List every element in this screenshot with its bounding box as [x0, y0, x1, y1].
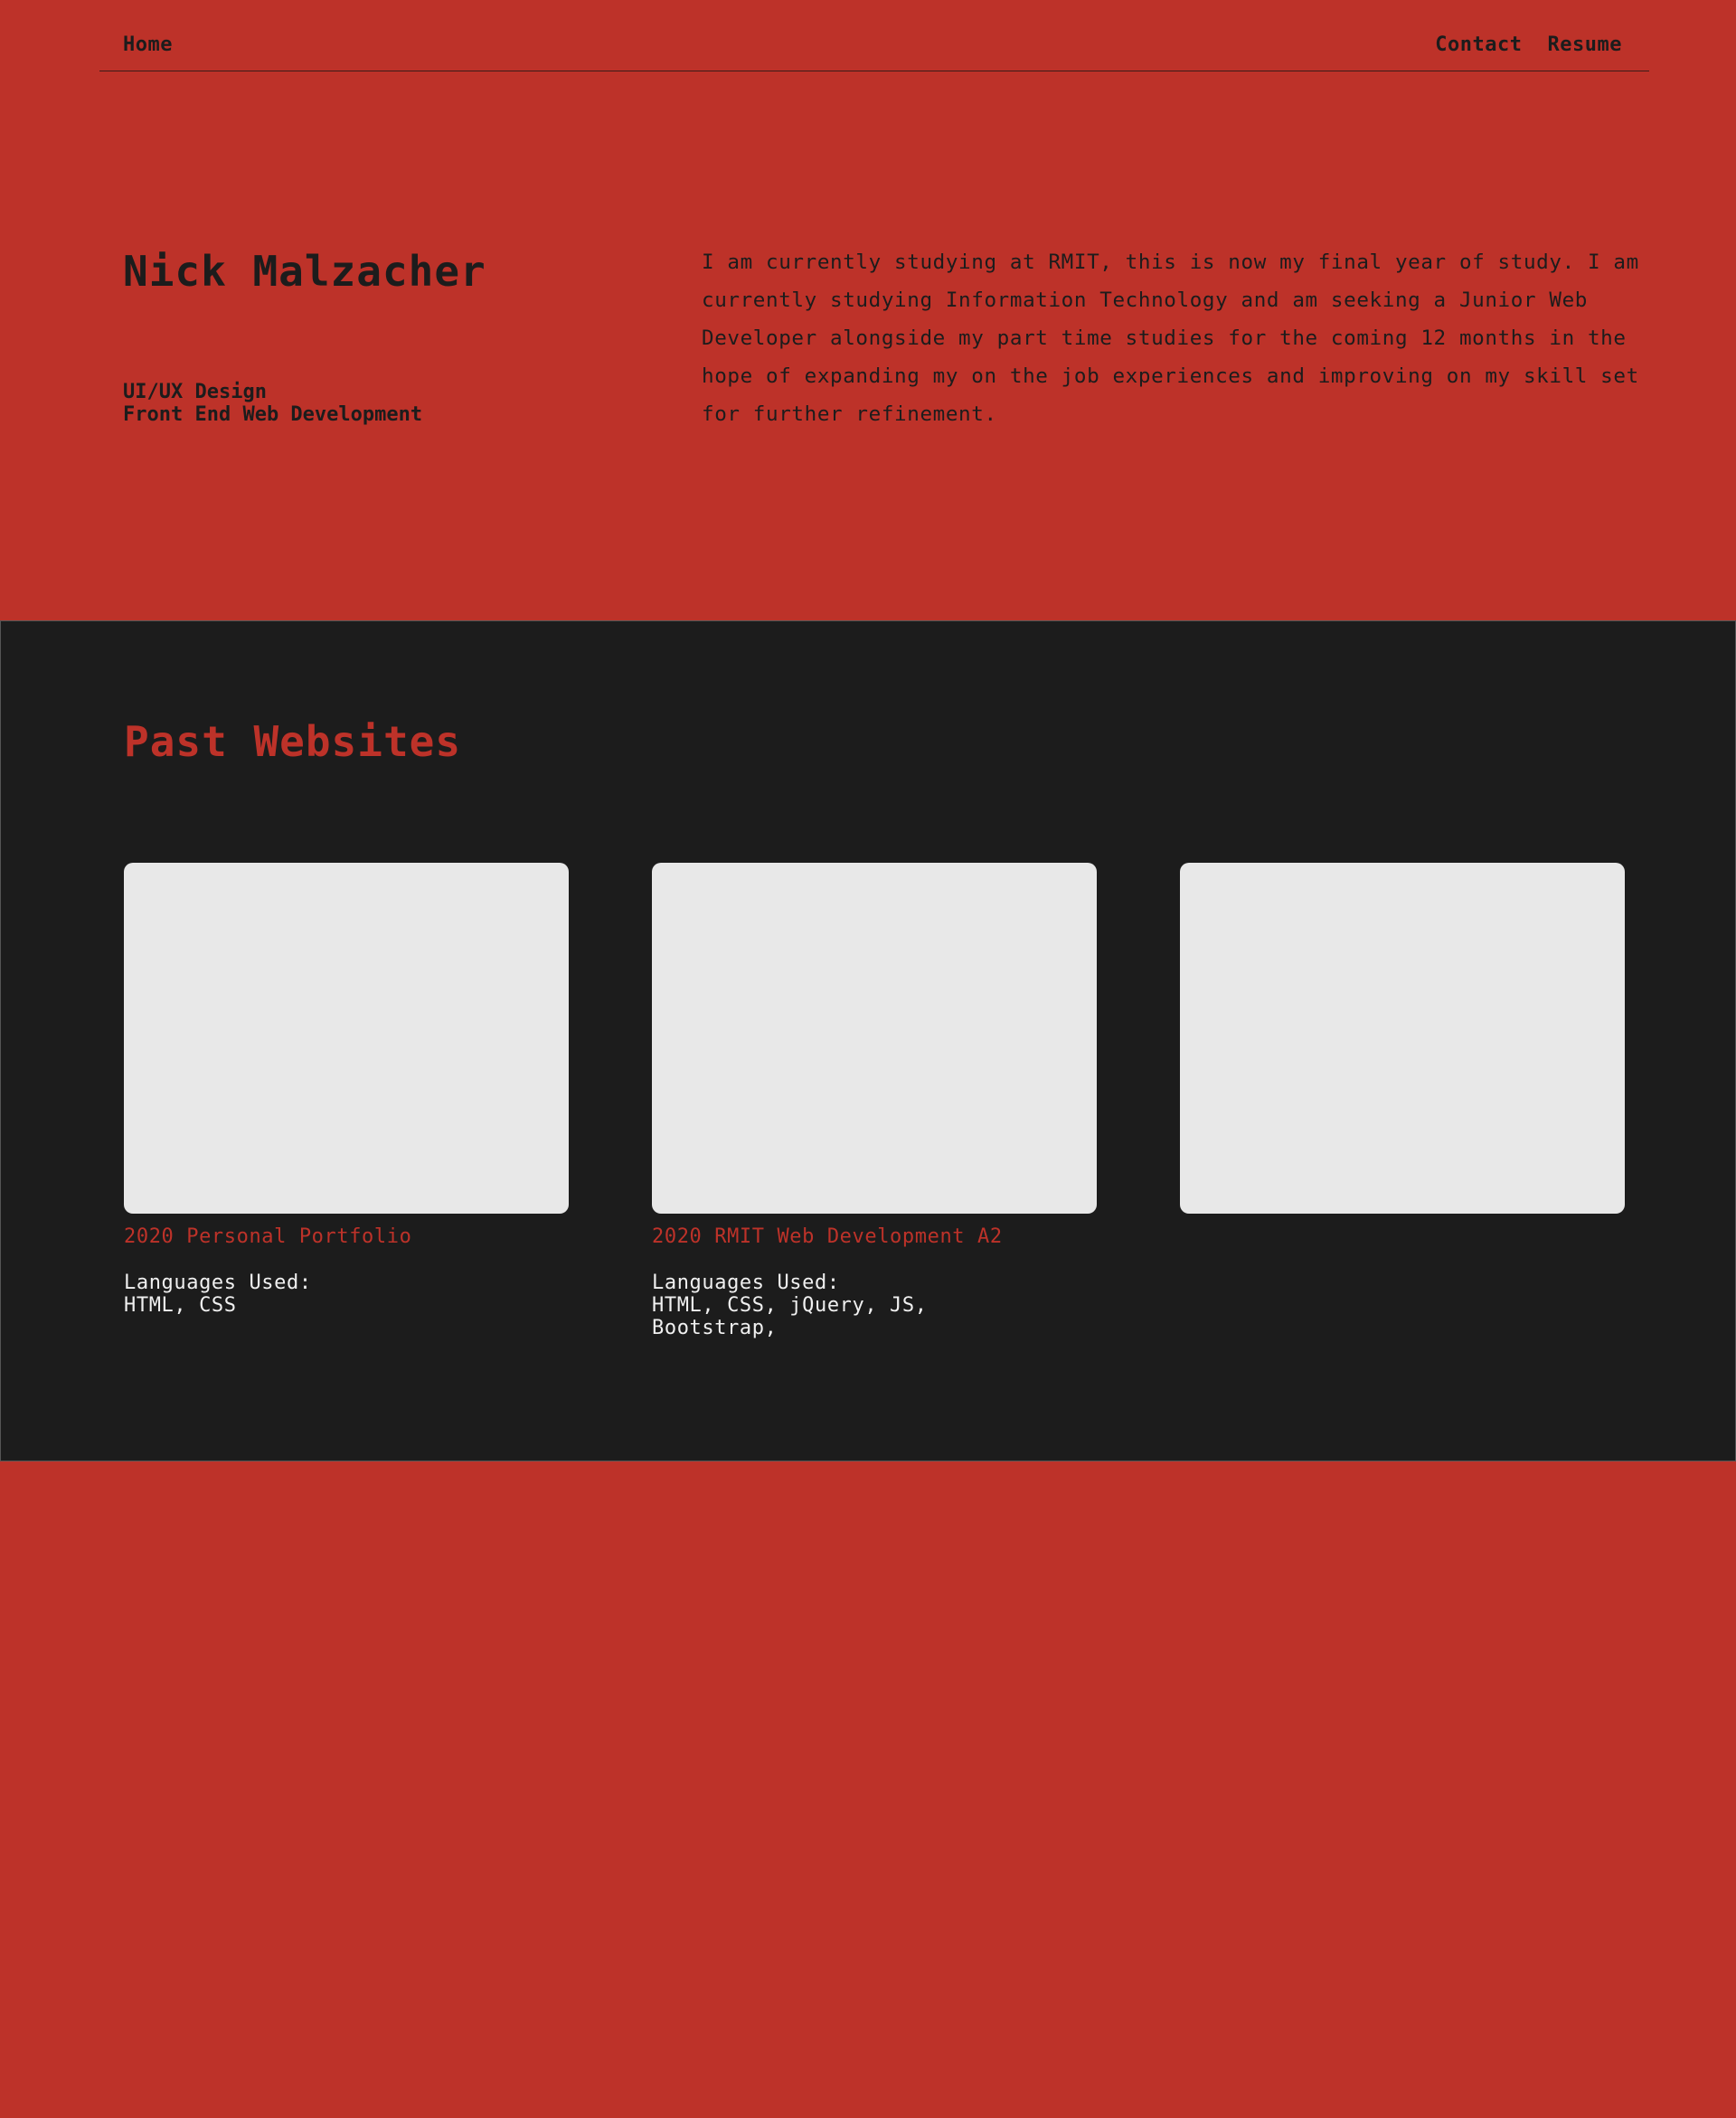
hero-role: Front End Web Development [123, 403, 423, 426]
hero-roles: UI/UX Design Front End Web Development [123, 381, 422, 426]
hero-role: UI/UX Design [123, 381, 267, 403]
past-websites-section: Past Websites 2020 Personal Portfolio La… [0, 620, 1736, 1461]
languages-label: Languages Used: [652, 1272, 840, 1294]
languages-list: HTML, CSS, jQuery, JS, Bootstrap, [652, 1294, 928, 1339]
nav-resume-link[interactable]: Resume [1548, 33, 1622, 58]
nav-right-links: Contact Resume [1435, 33, 1622, 58]
project-card[interactable] [1180, 863, 1625, 1235]
project-card[interactable]: 2020 RMIT Web Development A2 Languages U… [652, 863, 1097, 1339]
hero-bio: I am currently studying at RMIT, this is… [702, 251, 1639, 426]
section-title: Past Websites [124, 717, 462, 766]
project-card[interactable]: 2020 Personal Portfolio Languages Used: … [124, 863, 569, 1317]
languages-label: Languages Used: [124, 1272, 312, 1294]
project-title[interactable]: 2020 Personal Portfolio [124, 1224, 569, 1250]
nav-contact-link[interactable]: Contact [1435, 33, 1522, 58]
languages-list: HTML, CSS [124, 1294, 237, 1317]
top-nav: Home Contact Resume [99, 0, 1649, 71]
project-title[interactable]: 2020 RMIT Web Development A2 [652, 1224, 1097, 1250]
project-thumbnail[interactable] [1180, 863, 1625, 1214]
hero-name: Nick Malzacher [123, 247, 486, 296]
hero-section: Nick Malzacher UI/UX Design Front End We… [0, 71, 1736, 620]
project-thumbnail[interactable] [652, 863, 1097, 1214]
nav-home-link[interactable]: Home [123, 33, 173, 58]
project-thumbnail[interactable] [124, 863, 569, 1214]
